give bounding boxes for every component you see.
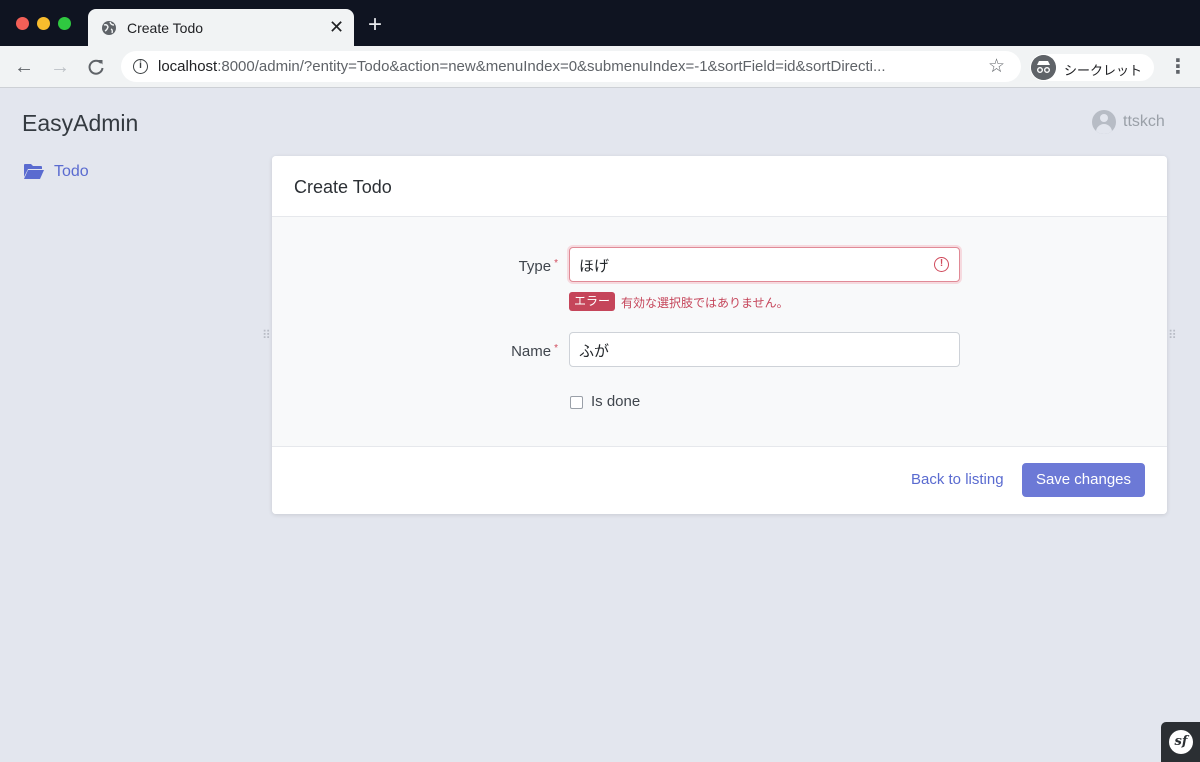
- site-info-icon[interactable]: i: [133, 59, 148, 74]
- resize-handle-right-icon[interactable]: ⠿: [1168, 329, 1177, 341]
- brand-logo[interactable]: EasyAdmin: [22, 110, 138, 137]
- globe-icon: [102, 21, 116, 35]
- type-input-value: ほげ: [579, 258, 610, 275]
- card-header: Create Todo: [272, 156, 1167, 217]
- browser-menu-icon[interactable]: ⋮: [1168, 56, 1188, 78]
- name-input-value: ふが: [579, 343, 610, 360]
- browser-toolbar: ← → i localhost:8000/admin/?entity=Todo&…: [0, 46, 1200, 88]
- new-tab-button[interactable]: +: [368, 13, 382, 37]
- symfony-logo-icon: sf: [1169, 730, 1193, 754]
- required-mark: *: [554, 343, 558, 354]
- reload-icon[interactable]: [85, 56, 107, 78]
- resize-handle-left-icon[interactable]: ⠿: [262, 329, 271, 341]
- incognito-icon: [1031, 55, 1056, 80]
- type-error-message: 有効な選択肢ではありません。: [621, 296, 789, 310]
- back-arrow-icon[interactable]: ←: [13, 56, 35, 78]
- form-body: Type * ほげ ! エラー 有効な選択肢ではありません。 Name * ふが I…: [272, 217, 1167, 447]
- folder-open-icon: [24, 164, 44, 179]
- error-circle-icon: !: [934, 257, 949, 272]
- type-label: Type *: [518, 258, 558, 275]
- back-to-listing-link[interactable]: Back to listing: [911, 471, 1004, 488]
- required-mark: *: [554, 258, 558, 269]
- save-changes-button[interactable]: Save changes: [1022, 463, 1145, 497]
- form-card: Create Todo Type * ほげ ! エラー 有効な選択肢ではありません…: [272, 156, 1167, 514]
- incognito-label: シークレット: [1064, 63, 1143, 78]
- name-input[interactable]: ふが: [569, 332, 960, 367]
- type-input[interactable]: ほげ !: [569, 247, 960, 282]
- url-text: localhost:8000/admin/?entity=Todo&action…: [158, 58, 886, 75]
- window-zoom-button[interactable]: [58, 17, 71, 30]
- error-badge: エラー: [569, 292, 616, 311]
- forward-arrow-icon[interactable]: →: [49, 56, 71, 78]
- incognito-indicator[interactable]: シークレット: [1030, 54, 1154, 81]
- window-close-button[interactable]: [16, 17, 29, 30]
- page-title: Create Todo: [294, 177, 392, 197]
- tab-title: Create Todo: [127, 20, 204, 36]
- user-name: ttskch: [1123, 113, 1165, 130]
- browser-tab-bar: Create Todo ✕ +: [0, 0, 1200, 46]
- card-footer: Back to listing Save changes: [272, 447, 1167, 514]
- bookmark-star-icon[interactable]: ☆: [988, 55, 1005, 78]
- user-avatar-icon: [1092, 110, 1116, 134]
- window-minimize-button[interactable]: [37, 17, 50, 30]
- is-done-label[interactable]: Is done: [591, 393, 640, 410]
- symfony-toolbar-toggle[interactable]: sf: [1161, 722, 1200, 762]
- name-label: Name *: [511, 343, 558, 360]
- address-bar[interactable]: i localhost:8000/admin/?entity=Todo&acti…: [121, 51, 1021, 82]
- sidebar-item-label: Todo: [54, 163, 89, 180]
- is-done-checkbox[interactable]: [570, 396, 583, 409]
- tab-close-icon[interactable]: ✕: [329, 17, 344, 37]
- browser-tab-create-todo[interactable]: Create Todo ✕: [88, 9, 354, 46]
